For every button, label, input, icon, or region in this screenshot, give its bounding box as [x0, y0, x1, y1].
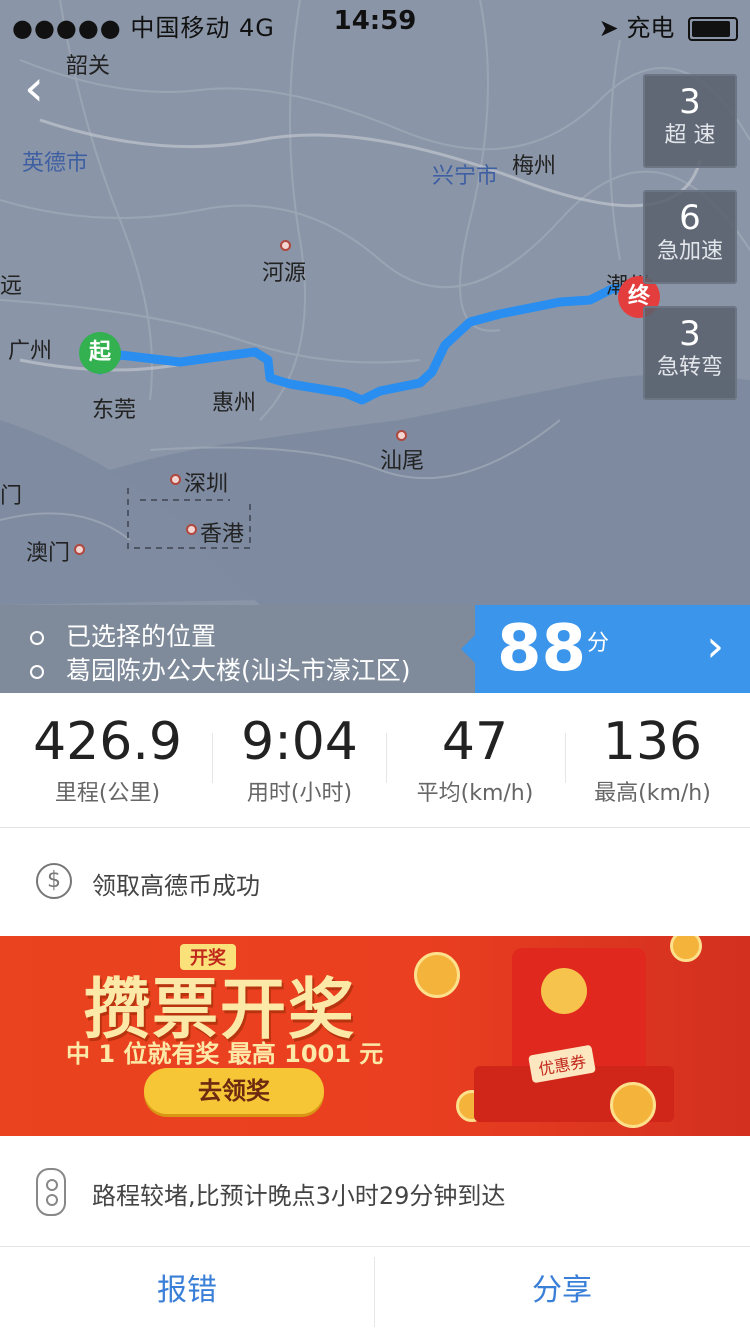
battery-label: 充电 — [626, 14, 675, 42]
city-label: 门 — [0, 484, 23, 509]
gold-coin-icon — [414, 952, 460, 998]
coin-notice-row[interactable]: $ 领取高德币成功 — [0, 828, 750, 936]
city-label: 澳门 — [26, 541, 71, 566]
delay-notice-text: 路程较堵,比预计晚点3小时29分钟到达 — [92, 1182, 506, 1210]
route-origin: 已选择的位置 — [30, 617, 216, 653]
sharp-turn-stat[interactable]: 3 急转弯 — [643, 306, 737, 400]
destination-dot-icon — [30, 665, 44, 679]
city-dot — [396, 430, 407, 441]
city-label: 英德市 — [22, 151, 89, 176]
average-speed-value: 47 — [441, 712, 509, 772]
share-button[interactable]: 分享 — [375, 1247, 749, 1334]
banner-subline: 中 1 位就有奖 最高 1001 元 — [66, 1040, 384, 1068]
city-label: 韶关 — [66, 54, 111, 79]
duration-value: 9:04 — [241, 712, 358, 772]
city-dot — [186, 524, 197, 535]
chevron-right-icon: › — [706, 621, 724, 672]
battery-area: ➤ 充电 — [599, 8, 738, 43]
distance-value: 426.9 — [33, 712, 182, 772]
city-label: 惠州 — [212, 391, 257, 416]
duration-metric: 9:04 用时(小时) — [212, 693, 387, 827]
average-speed-metric: 47 平均(km/h) — [386, 693, 564, 827]
gold-coin-icon — [610, 1082, 656, 1128]
city-label: 广州 — [8, 339, 53, 364]
city-label: 梅州 — [512, 154, 557, 179]
city-dot — [170, 474, 181, 485]
origin-dot-icon — [30, 631, 44, 645]
start-marker[interactable]: 起 — [79, 332, 121, 374]
destination-text: 葛园陈办公大楼(汕头市濠江区) — [66, 656, 411, 685]
action-bar: 报错 分享 — [0, 1247, 750, 1334]
sharp-turn-label: 急转弯 — [656, 355, 723, 380]
speeding-count: 3 — [679, 82, 701, 122]
city-label: 兴宁市 — [432, 164, 499, 189]
location-arrow-icon: ➤ — [598, 14, 619, 42]
traffic-light-icon — [36, 1168, 66, 1216]
city-label: 汕尾 — [380, 449, 425, 474]
distance-metric: 426.9 里程(公里) — [20, 693, 195, 827]
route-map[interactable]: ●●●●● 中国移动 4G 14:59 ➤ 充电 ‹ 韶关 英德市 兴宁市 梅州… — [0, 0, 750, 605]
paper-plane-icon — [541, 968, 587, 1014]
lottery-banner[interactable]: 优惠券 开奖 攒票开奖 中 1 位就有奖 最高 1001 元 去领奖 — [0, 936, 750, 1136]
score-value: 88 — [497, 612, 587, 686]
delay-notice-row: 路程较堵,比预计晚点3小时29分钟到达 — [0, 1136, 750, 1247]
dollar-coin-icon: $ — [36, 863, 72, 899]
average-speed-label: 平均(km/h) — [416, 781, 534, 806]
report-error-button[interactable]: 报错 — [0, 1247, 374, 1334]
city-label: 河源 — [262, 261, 307, 286]
coin-notice-text: 领取高德币成功 — [92, 872, 260, 900]
driving-score-button[interactable]: 88 分 › — [461, 605, 750, 693]
max-speed-value: 136 — [602, 712, 703, 772]
rapid-acceleration-count: 6 — [679, 198, 701, 238]
gold-coin-icon — [670, 936, 702, 962]
distance-label: 里程(公里) — [54, 781, 161, 806]
max-speed-label: 最高(km/h) — [594, 781, 711, 806]
rapid-acceleration-stat[interactable]: 6 急加速 — [643, 190, 737, 284]
chevron-left-icon: ‹ — [24, 59, 44, 117]
sharp-turn-count: 3 — [679, 314, 701, 354]
max-speed-metric: 136 最高(km/h) — [565, 693, 740, 827]
status-bar: ●●●●● 中国移动 4G 14:59 ➤ 充电 — [0, 0, 750, 44]
back-button[interactable]: ‹ — [24, 62, 68, 114]
city-label: 深圳 — [184, 472, 229, 497]
city-dot — [280, 240, 291, 251]
route-destination: 葛园陈办公大楼(汕头市濠江区) — [30, 651, 411, 687]
origin-text: 已选择的位置 — [66, 622, 217, 651]
city-label: 远 — [0, 274, 23, 299]
claim-prize-button[interactable]: 去领奖 — [144, 1068, 324, 1114]
city-label: 香港 — [200, 522, 245, 547]
city-label: 东莞 — [92, 398, 137, 423]
rapid-acceleration-label: 急加速 — [656, 239, 723, 264]
trip-metrics: 426.9 里程(公里) 9:04 用时(小时) 47 平均(km/h) 136… — [0, 693, 750, 828]
score-unit: 分 — [587, 631, 610, 656]
speeding-stat[interactable]: 3 超 速 — [643, 74, 737, 168]
city-dot — [74, 544, 85, 555]
battery-icon — [688, 17, 738, 41]
speeding-label: 超 速 — [664, 123, 716, 148]
duration-label: 用时(小时) — [246, 781, 353, 806]
